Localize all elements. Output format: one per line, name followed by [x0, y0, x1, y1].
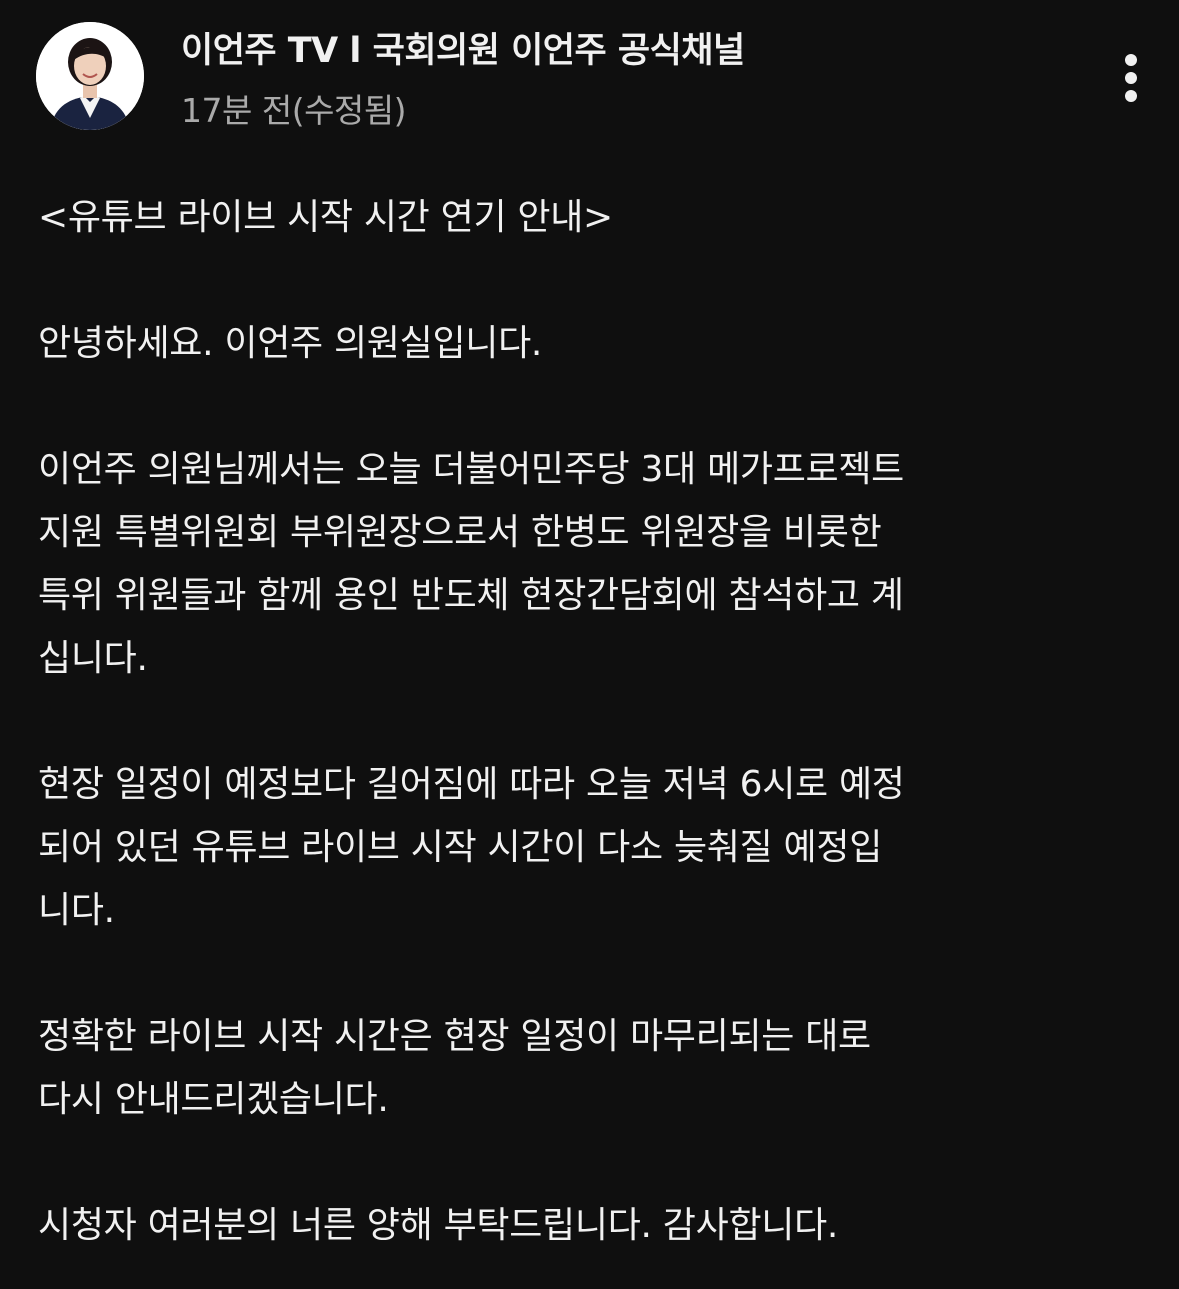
profile-photo-icon: [36, 22, 144, 130]
post-text-line: 되어 있던 유튜브 라이브 시작 시간이 다소 늦춰질 예정입: [38, 827, 883, 868]
post-text-line: 지원 특별위원회 부위원장으로서 한병도 위원장을 비롯한: [38, 512, 882, 553]
post-text-line: 니다.: [38, 890, 115, 931]
post-text-line: 현장 일정이 예정보다 길어짐에 따라 오늘 저녁 6시로 예정: [38, 764, 905, 805]
post-text-line: 다시 안내드리겠습니다.: [38, 1079, 389, 1120]
post-header: 이언주 TV l 국회의원 이언주 공식채널 17분 전(수정됨): [0, 0, 1179, 160]
post-timestamp: 17분 전(수정됨): [181, 91, 407, 130]
post-body: <유튜브 라이브 시작 시간 연기 안내> 안녕하세요. 이언주 의원실입니다.…: [38, 186, 1148, 1257]
post-text-line: 이언주 의원님께서는 오늘 더불어민주당 3대 메가프로젝트: [38, 449, 905, 490]
post-text-line: 시청자 여러분의 너른 양해 부탁드립니다. 감사합니다.: [38, 1205, 839, 1246]
more-vert-icon[interactable]: [1106, 50, 1156, 106]
menu-dot: [1125, 54, 1137, 66]
post-text-line: 정확한 라이브 시작 시간은 현장 일정이 마무리되는 대로: [38, 1016, 871, 1057]
menu-dot: [1125, 72, 1137, 84]
post-text-line: 십니다.: [38, 638, 148, 679]
channel-avatar[interactable]: [36, 22, 144, 130]
channel-name[interactable]: 이언주 TV l 국회의원 이언주 공식채널: [181, 22, 745, 73]
menu-dot: [1125, 90, 1137, 102]
post-text-line: 안녕하세요. 이언주 의원실입니다.: [38, 323, 543, 364]
post-title-line: <유튜브 라이브 시작 시간 연기 안내>: [38, 197, 613, 238]
post-text-line: 특위 위원들과 함께 용인 반도체 현장간담회에 참석하고 계: [38, 575, 904, 616]
